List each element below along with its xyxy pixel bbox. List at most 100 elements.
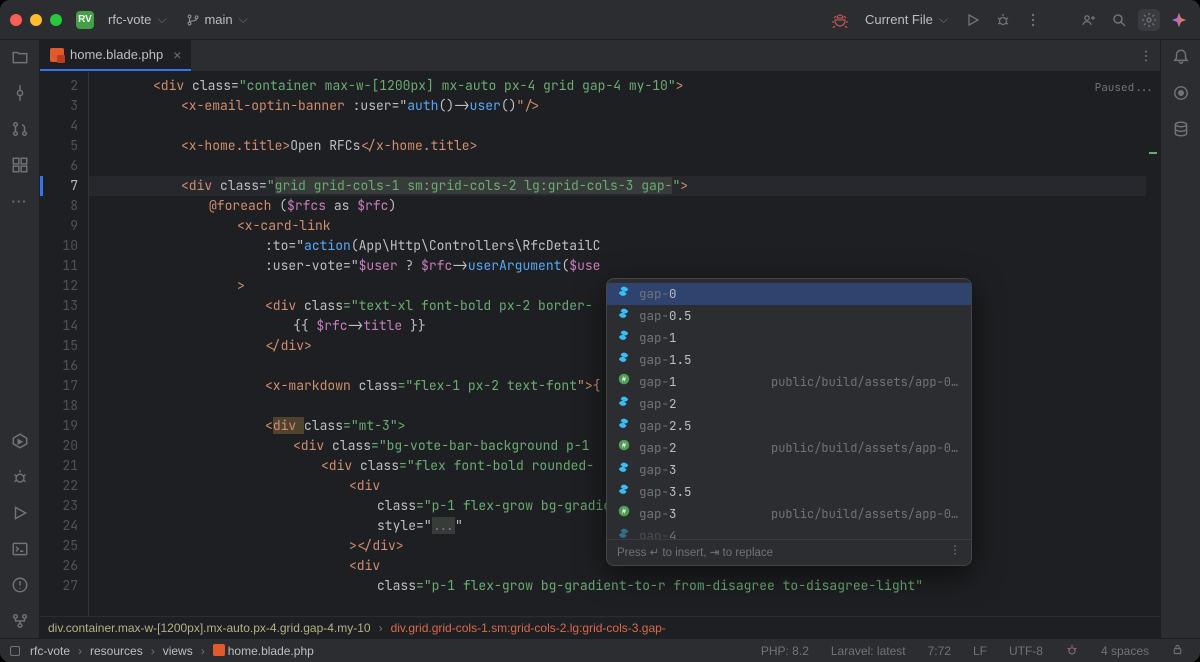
notifications-icon[interactable] xyxy=(1172,48,1190,66)
completion-item-label: gap-2 xyxy=(639,394,677,414)
completion-item[interactable]: gap-3.5 xyxy=(607,481,971,503)
completion-item[interactable]: gap-1 xyxy=(607,327,971,349)
debug-bug-icon[interactable] xyxy=(829,9,851,31)
line-number: 5 xyxy=(40,136,78,156)
status-reader-mode-icon[interactable] xyxy=(1059,643,1085,658)
line-number: 24 xyxy=(40,516,78,536)
structure-breadcrumb[interactable]: div.container.max-w-[1200px].mx-auto.px-… xyxy=(40,616,1160,638)
tailwind-icon xyxy=(617,482,631,502)
completion-item[interactable]: #gap-1public/build/assets/app-06147f99.c… xyxy=(607,371,971,393)
status-laravel[interactable]: Laravel: latest xyxy=(825,644,912,658)
more-actions-icon[interactable] xyxy=(1022,9,1044,31)
line-number: 8 xyxy=(40,196,78,216)
line-number: 7 xyxy=(40,176,78,196)
structure-tool-icon[interactable] xyxy=(11,156,29,174)
error-stripe[interactable] xyxy=(1146,72,1160,616)
line-number: 13 xyxy=(40,296,78,316)
run-icon[interactable] xyxy=(962,9,984,31)
current-line-marker xyxy=(40,176,43,196)
project-tool-icon[interactable] xyxy=(11,48,29,66)
path-breadcrumbs[interactable]: rfc-vote resources views home.blade.php xyxy=(30,644,314,658)
debug-icon[interactable] xyxy=(992,9,1014,31)
completion-item[interactable]: #gap-3public/build/assets/app-06147f99.c… xyxy=(607,503,971,525)
settings-gear-icon[interactable] xyxy=(1138,9,1160,31)
completion-item[interactable]: gap-0.5 xyxy=(607,305,971,327)
completion-item[interactable]: gap-3 xyxy=(607,459,971,481)
structure-path-1[interactable]: div.container.max-w-[1200px].mx-auto.px-… xyxy=(48,621,371,635)
status-line-sep[interactable]: LF xyxy=(967,644,993,658)
line-number: 10 xyxy=(40,236,78,256)
tailwind-icon xyxy=(617,526,631,539)
services-tool-icon[interactable] xyxy=(11,432,29,450)
line-number: 20 xyxy=(40,436,78,456)
completion-item[interactable]: gap-2.5 xyxy=(607,415,971,437)
completion-list[interactable]: gap-0gap-0.5gap-1gap-1.5#gap-1public/bui… xyxy=(607,279,971,539)
minimize-window-button[interactable] xyxy=(30,14,42,26)
completion-item[interactable]: gap-0 xyxy=(607,283,971,305)
status-bar: rfc-vote resources views home.blade.php … xyxy=(0,638,1200,662)
ai-assistant-icon[interactable] xyxy=(1168,9,1190,31)
tailwind-icon xyxy=(617,284,631,304)
line-number: 9 xyxy=(40,216,78,236)
project-badge: RV xyxy=(76,11,94,29)
completion-item[interactable]: gap-1.5 xyxy=(607,349,971,371)
line-number: 4 xyxy=(40,116,78,136)
line-number: 15 xyxy=(40,336,78,356)
git-branch-selector[interactable]: main xyxy=(180,9,253,30)
completion-item-label: gap-1 xyxy=(639,328,677,348)
line-number: 2 xyxy=(40,76,78,96)
debug-tool-icon[interactable] xyxy=(11,468,29,486)
completion-options-icon[interactable] xyxy=(949,543,961,563)
line-number: 16 xyxy=(40,356,78,376)
status-caret-pos[interactable]: 7:72 xyxy=(922,644,957,658)
status-php[interactable]: PHP: 8.2 xyxy=(755,644,815,658)
database-tool-icon[interactable] xyxy=(1172,120,1190,138)
completion-item-label: gap-3.5 xyxy=(639,482,692,502)
project-selector[interactable]: rfc-vote xyxy=(102,9,172,30)
line-number: 12 xyxy=(40,276,78,296)
completion-hint: Press ↵ to insert, ⇥ to replace xyxy=(617,543,773,563)
run-tool-icon[interactable] xyxy=(11,504,29,522)
terminal-tool-icon[interactable] xyxy=(11,540,29,558)
tailwind-icon xyxy=(617,350,631,370)
completion-item-label: gap-4 xyxy=(639,526,677,539)
problems-tool-icon[interactable] xyxy=(11,576,29,594)
crumb-file[interactable]: home.blade.php xyxy=(213,644,314,658)
close-window-button[interactable] xyxy=(10,14,22,26)
vcs-tool-icon[interactable] xyxy=(11,612,29,630)
line-number: 14 xyxy=(40,316,78,336)
crumb-resources[interactable]: resources xyxy=(90,644,143,658)
blade-file-icon xyxy=(213,644,225,656)
titlebar: RV rfc-vote main Current File xyxy=(0,0,1200,40)
tool-windows-toggle-icon[interactable] xyxy=(10,646,20,656)
line-number: 17 xyxy=(40,376,78,396)
tailwind-icon xyxy=(617,328,631,348)
completion-item[interactable]: gap-2 xyxy=(607,393,971,415)
code-with-me-icon[interactable] xyxy=(1078,9,1100,31)
completion-item[interactable]: #gap-2public/build/assets/app-06147f99.c… xyxy=(607,437,971,459)
structure-path-2[interactable]: div.grid.grid-cols-1.sm:grid-cols-2.lg:g… xyxy=(391,621,666,635)
more-tool-windows-icon[interactable]: ··· xyxy=(11,192,29,210)
commit-tool-icon[interactable] xyxy=(11,84,29,102)
code-editor[interactable]: 2345678910111213141516171819202122232425… xyxy=(40,72,1160,616)
main-area: ··· home.blade.php × xyxy=(0,40,1200,638)
ai-tool-icon[interactable] xyxy=(1172,84,1190,102)
maximize-window-button[interactable] xyxy=(50,14,62,26)
status-lock-icon[interactable] xyxy=(1165,643,1190,659)
left-toolbar: ··· xyxy=(0,40,40,638)
pull-requests-icon[interactable] xyxy=(11,120,29,138)
crumb-views[interactable]: views xyxy=(163,644,193,658)
css-class-icon: # xyxy=(617,372,631,392)
run-config-selector[interactable]: Current File xyxy=(859,9,954,30)
search-everywhere-icon[interactable] xyxy=(1108,9,1130,31)
tab-options-icon[interactable] xyxy=(1132,40,1160,71)
completion-popup: gap-0gap-0.5gap-1gap-1.5#gap-1public/bui… xyxy=(606,278,972,566)
close-tab-icon[interactable]: × xyxy=(173,48,181,62)
line-number: 11 xyxy=(40,256,78,276)
status-encoding[interactable]: UTF-8 xyxy=(1003,644,1049,658)
editor-tab-home-blade[interactable]: home.blade.php × xyxy=(40,40,191,71)
crumb-project[interactable]: rfc-vote xyxy=(30,644,70,658)
stripe-mark[interactable] xyxy=(1149,152,1157,154)
completion-item[interactable]: gap-4 xyxy=(607,525,971,539)
status-indent[interactable]: 4 spaces xyxy=(1095,644,1155,658)
